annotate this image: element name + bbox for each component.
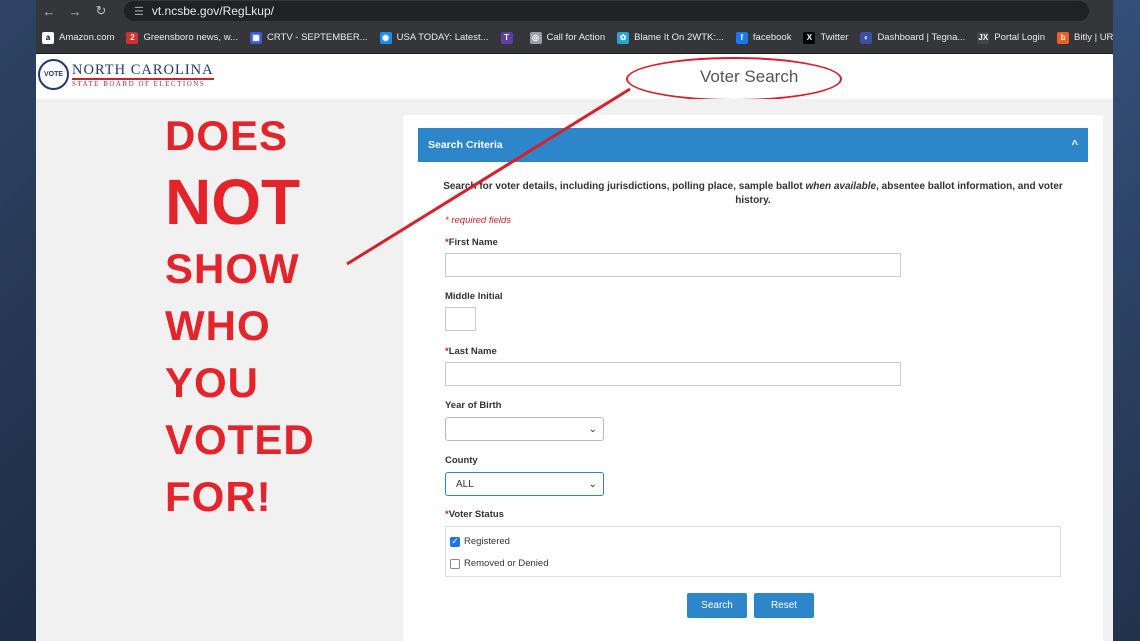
callout-line: NOT	[165, 166, 301, 238]
callout-line: VOTED	[165, 416, 315, 463]
address-bar-row: ← → ↻ ☰ vt.ncsbe.gov/RegLkup/	[36, 0, 1113, 22]
callout-line: YOU	[165, 359, 260, 406]
red-annotation-oval	[626, 57, 842, 101]
status-option-registered[interactable]: ✓ Registered	[450, 536, 510, 547]
callout-line: WHO	[165, 302, 271, 349]
bookmarks-bar: a Amazon.com 2 Greensboro news, w... ▦ CRTV -…	[36, 22, 1113, 54]
first-name-label: *First Name	[445, 237, 498, 248]
bookmark-label: Bitly | URL Shortene...	[1074, 32, 1113, 43]
bookmark-item[interactable]: ✿ Blame It On 2WTK:...	[617, 31, 724, 44]
bookmark-item[interactable]: b Bitly | URL Shortene...	[1057, 31, 1113, 44]
status-option-removed[interactable]: Removed or Denied	[450, 558, 549, 569]
bookmark-label: USA TODAY: Latest...	[396, 32, 489, 43]
forward-arrow-icon[interactable]: →	[62, 4, 88, 19]
bookmark-label: Greensboro news, w...	[143, 32, 238, 43]
first-name-input[interactable]	[445, 253, 901, 277]
background-frame-right	[1113, 0, 1140, 641]
search-button[interactable]: Search	[687, 593, 747, 618]
last-name-label: *Last Name	[445, 346, 497, 357]
reload-icon[interactable]: ↻	[88, 3, 114, 19]
search-criteria-title: Search Criteria	[428, 139, 503, 151]
logo-name: NORTH CAROLINA	[72, 61, 214, 80]
year-of-birth-label: Year of Birth	[445, 400, 502, 411]
checkbox-unchecked-icon[interactable]	[450, 558, 460, 569]
bookmark-favicon-icon: X	[803, 31, 816, 44]
bookmark-label: Dashboard | Tegna...	[877, 32, 966, 43]
url-text: vt.ncsbe.gov/RegLkup/	[151, 4, 274, 18]
county-select[interactable]: ALL ⌄	[445, 472, 604, 496]
chevron-up-icon[interactable]: ^	[1072, 139, 1078, 151]
browser-window: ← → ↻ ☰ vt.ncsbe.gov/RegLkup/ a Amazon.co…	[36, 0, 1113, 641]
bookmark-favicon-icon: ◎	[529, 31, 542, 44]
bookmark-item[interactable]: ▦ CRTV - SEPTEMBER...	[249, 31, 368, 44]
bookmark-item[interactable]: ◉ USA TODAY: Latest...	[379, 31, 489, 44]
callout-line: FOR!	[165, 473, 272, 520]
page-content: DOES NOT SHOW WHO YOU VOTED FOR! Search …	[36, 99, 1113, 641]
bookmark-item[interactable]: X Twitter	[803, 31, 849, 44]
chevron-down-icon: ⌄	[588, 478, 597, 490]
back-arrow-icon[interactable]: ←	[36, 4, 62, 19]
search-panel: Search Criteria ^ Search for voter detai…	[403, 115, 1103, 641]
background-frame-left	[0, 0, 36, 641]
callout-line: SHOW	[165, 245, 300, 292]
bookmark-item[interactable]: 2 Greensboro news, w...	[126, 31, 238, 44]
bookmark-label: Call for Action	[546, 32, 606, 43]
last-name-input[interactable]	[445, 362, 901, 386]
callout-line: DOES	[165, 112, 289, 159]
bookmark-favicon-icon: b	[1057, 31, 1069, 44]
search-criteria-header[interactable]: Search Criteria ^	[418, 128, 1088, 162]
vote-seal-icon: VOTE	[38, 59, 69, 90]
bookmark-label: Portal Login	[994, 32, 1045, 43]
bookmark-item[interactable]: ◎ Call for Action	[529, 31, 606, 44]
bookmark-label: Twitter	[820, 32, 849, 43]
bookmark-favicon-icon: f	[735, 31, 748, 44]
bookmark-item[interactable]: JX Portal Login	[977, 31, 1045, 44]
bookmark-favicon-icon: T	[500, 31, 513, 44]
bookmark-favicon-icon: JX	[977, 31, 990, 44]
bookmark-favicon-icon: 2	[126, 31, 139, 44]
voter-status-label: *Voter Status	[445, 509, 504, 520]
year-of-birth-select[interactable]: ⌄	[445, 417, 604, 441]
bookmark-favicon-icon: ▦	[249, 31, 262, 44]
voter-status-group: ✓ Registered Removed or Denied	[445, 526, 1061, 577]
page-header: VOTE NORTH CAROLINA STATE BOARD OF ELECT…	[36, 54, 1113, 101]
bookmark-item[interactable]: a Amazon.com	[42, 31, 115, 44]
bookmark-item[interactable]: f facebook	[735, 31, 792, 44]
bookmark-favicon-icon: a	[42, 31, 54, 44]
required-fields-note: * required fields	[445, 215, 512, 226]
bookmark-label: Blame It On 2WTK:...	[634, 32, 724, 43]
bookmark-favicon-icon: ◐	[860, 31, 873, 44]
reset-button[interactable]: Reset	[754, 593, 814, 618]
annotation-callout: DOES NOT SHOW WHO YOU VOTED FOR!	[165, 115, 315, 518]
bookmark-label: facebook	[752, 32, 792, 43]
bookmark-item[interactable]: T	[500, 31, 518, 44]
bookmark-favicon-icon: ✿	[617, 31, 630, 44]
middle-initial-input[interactable]	[445, 307, 476, 331]
ncsbe-logo[interactable]: VOTE NORTH CAROLINA STATE BOARD OF ELECT…	[38, 59, 214, 90]
bookmark-item[interactable]: ◐ Dashboard | Tegna...	[860, 31, 966, 44]
bookmark-label: CRTV - SEPTEMBER...	[266, 32, 368, 43]
bookmark-label: Amazon.com	[59, 32, 115, 43]
chevron-down-icon: ⌄	[588, 423, 597, 435]
url-input[interactable]: ☰ vt.ncsbe.gov/RegLkup/	[124, 1, 1089, 21]
logo-subtitle: STATE BOARD OF ELECTIONS	[72, 79, 206, 88]
middle-initial-label: Middle Initial	[445, 291, 503, 302]
bookmark-favicon-icon: ◉	[379, 31, 392, 44]
checkbox-checked-icon[interactable]: ✓	[450, 536, 460, 547]
search-intro-text: Search for voter details, including juri…	[443, 181, 1063, 206]
site-settings-icon[interactable]: ☰	[134, 5, 144, 18]
county-label: County	[445, 455, 478, 466]
